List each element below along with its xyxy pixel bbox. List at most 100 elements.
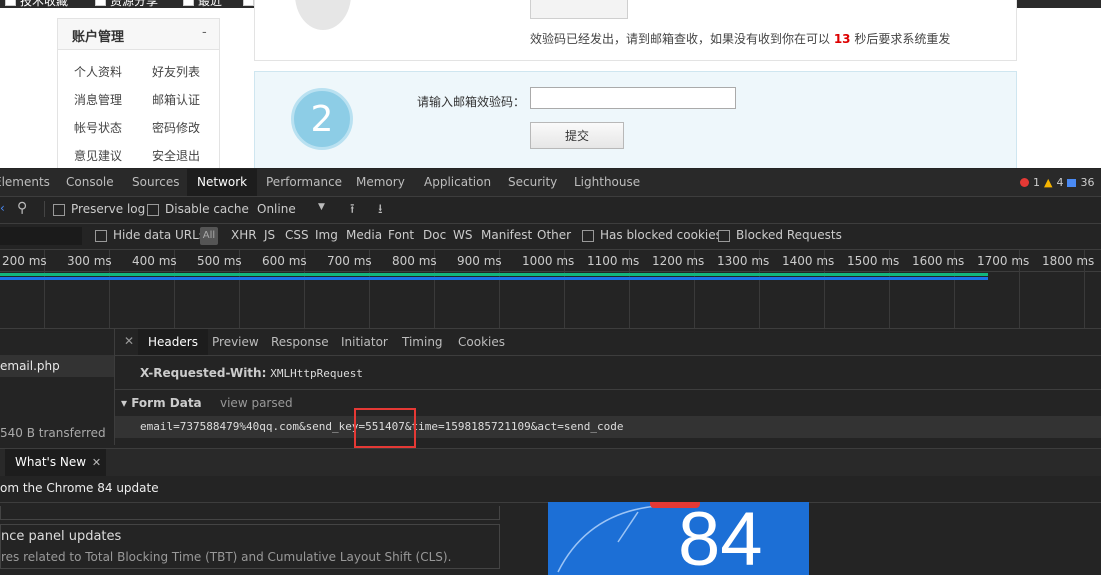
tab-headers[interactable]: Headers xyxy=(138,329,208,355)
tab-whats-new[interactable]: What's New ✕ xyxy=(5,449,107,476)
tab-response[interactable]: Response xyxy=(271,329,329,355)
blocked-cookies-checkbox[interactable] xyxy=(582,230,594,242)
warning-count: 4 xyxy=(1056,176,1064,189)
filter-js[interactable]: JS xyxy=(264,228,275,242)
close-icon[interactable]: ✕ xyxy=(92,449,101,476)
filter-manifest[interactable]: Manifest xyxy=(481,228,532,242)
feature-card[interactable]: nce panel updates res related to Total B… xyxy=(0,524,500,569)
sidebar-link-messages[interactable]: 消息管理 xyxy=(74,91,122,108)
code-sent-message: 效验码已经发出，请到邮箱查收，如果没有收到你在可以 13 秒后要求系统重发 xyxy=(530,32,951,46)
filter-img[interactable]: Img xyxy=(315,228,338,242)
checkbox-icon xyxy=(243,0,254,6)
sidebar-link-friends[interactable]: 好友列表 xyxy=(152,63,200,80)
filter-all-button[interactable]: All xyxy=(200,227,218,245)
sidebar-link-feedback[interactable]: 意见建议 xyxy=(74,147,122,164)
tab-memory[interactable]: Memory xyxy=(356,169,405,196)
tab-lighthouse[interactable]: Lighthouse xyxy=(574,169,640,196)
request-row[interactable]: email.php xyxy=(0,355,114,377)
sidebar-title: 账户管理 xyxy=(72,30,125,45)
sidebar-link-account-status[interactable]: 帐号状态 xyxy=(74,119,122,136)
message-icon xyxy=(1067,178,1077,187)
feature-title: nce panel updates xyxy=(1,529,122,544)
close-icon[interactable]: ✕ xyxy=(124,334,134,348)
feature-card[interactable] xyxy=(0,506,500,520)
tab-elements[interactable]: Elements xyxy=(0,169,50,196)
preserve-log-checkbox[interactable] xyxy=(53,204,65,216)
timeline-tick-label: 1700 ms xyxy=(977,254,1030,268)
nav-item[interactable]: 技术收藏 xyxy=(5,0,68,8)
tab-initiator[interactable]: Initiator xyxy=(341,329,388,355)
tab-application[interactable]: Application xyxy=(424,169,491,196)
triangle-down-icon: ▾ xyxy=(121,396,132,410)
timeline-tick-label: 400 ms xyxy=(132,254,177,268)
timeline-bar-blue xyxy=(0,277,988,280)
disable-cache-checkbox[interactable] xyxy=(147,204,159,216)
filter-font[interactable]: Font xyxy=(388,228,414,242)
timeline-tick-label: 1600 ms xyxy=(912,254,965,268)
nav-item[interactable]: 最近 xyxy=(183,0,222,8)
filter-css[interactable]: CSS xyxy=(285,228,309,242)
checkbox-icon xyxy=(5,0,16,6)
verification-code-input[interactable] xyxy=(530,87,736,109)
timeline-overview[interactable]: 200 ms 300 ms 400 ms 500 ms 600 ms 700 ms 800 … xyxy=(0,250,1101,329)
request-details-panel: ✕ Headers Preview Response Initiator Tim… xyxy=(115,329,1101,445)
sidebar-link-change-password[interactable]: 密码修改 xyxy=(152,119,200,136)
view-parsed-link[interactable]: view parsed xyxy=(220,396,293,410)
request-name: email.php xyxy=(0,359,60,373)
submit-button[interactable]: 提交 xyxy=(530,122,624,149)
form-data-toggle[interactable]: ▾ Form Data xyxy=(121,396,202,410)
record-icon[interactable]: ‹ xyxy=(0,201,5,215)
preserve-log-label: Preserve log xyxy=(71,202,146,216)
sidebar-header: 账户管理 - xyxy=(58,19,219,50)
blocked-requests-label: Blocked Requests xyxy=(736,228,842,242)
filter-ws[interactable]: WS xyxy=(453,228,472,242)
request-list: email.php 540 B transferred xyxy=(0,329,115,445)
sidebar-link-profile[interactable]: 个人资料 xyxy=(74,63,122,80)
timeline-tick-label: 1200 ms xyxy=(652,254,705,268)
blocked-requests-checkbox[interactable] xyxy=(718,230,730,242)
sidebar-link-logout[interactable]: 安全退出 xyxy=(152,147,200,164)
filter-input[interactable] xyxy=(0,227,82,245)
code-input-label: 请输入邮箱效验码： xyxy=(417,95,526,109)
hide-data-urls-label: Hide data URLs xyxy=(113,228,206,242)
sidebar-link-email-verify[interactable]: 邮箱认证 xyxy=(152,91,200,108)
details-tabs: ✕ Headers Preview Response Initiator Tim… xyxy=(115,329,1101,356)
tab-security[interactable]: Security xyxy=(508,169,557,196)
timeline-bar-green xyxy=(0,273,988,276)
tab-cookies[interactable]: Cookies xyxy=(458,329,505,355)
filter-other[interactable]: Other xyxy=(537,228,571,242)
tab-preview[interactable]: Preview xyxy=(212,329,259,355)
web-page: 技术收藏 资源分享 最近 常看 个人 账户管理 - 个人资料 好友列表 消息管理… xyxy=(0,0,1101,168)
nav-item[interactable]: 资源分享 xyxy=(95,0,158,8)
export-har-icon[interactable]: ⭳ xyxy=(378,200,383,222)
tab-performance[interactable]: Performance xyxy=(266,169,342,196)
filter-media[interactable]: Media xyxy=(346,228,382,242)
tab-network[interactable]: Network xyxy=(187,169,258,196)
timeline-tick-label: 200 ms xyxy=(2,254,47,268)
devtools-main-tabs: Elements Console Sources Network Perform… xyxy=(0,169,1101,197)
filter-xhr[interactable]: XHR xyxy=(231,228,257,242)
transferred-size: 540 B transferred xyxy=(0,426,106,440)
hide-data-urls-checkbox[interactable] xyxy=(95,230,107,242)
issue-counters[interactable]: 1 ▲ 4 36 xyxy=(1020,176,1094,189)
update-heading: om the Chrome 84 update xyxy=(0,481,159,495)
tab-timing[interactable]: Timing xyxy=(402,329,443,355)
chrome-84-promo-image: 84 xyxy=(548,502,809,575)
promo-number: 84 xyxy=(678,502,763,575)
step2-panel: 2 请输入邮箱效验码： 提交 xyxy=(254,71,1017,168)
blocked-cookies-label: Has blocked cookies xyxy=(600,228,722,242)
header-key: X-Requested-With: xyxy=(140,366,267,380)
filter-doc[interactable]: Doc xyxy=(423,228,446,242)
import-har-icon[interactable]: ⭱ xyxy=(350,200,355,222)
step-number-badge: 2 xyxy=(291,88,353,150)
send-code-button[interactable] xyxy=(530,0,628,19)
tab-console[interactable]: Console xyxy=(66,169,114,196)
toolbar-divider xyxy=(44,201,45,217)
timeline-tick-label: 900 ms xyxy=(457,254,502,268)
disable-cache-label: Disable cache xyxy=(165,202,249,216)
collapse-button[interactable]: - xyxy=(202,25,207,40)
tab-sources[interactable]: Sources xyxy=(132,169,179,196)
step1-circle xyxy=(295,0,351,30)
search-icon[interactable]: ⚲ xyxy=(17,200,27,216)
throttling-select[interactable]: Online xyxy=(257,202,296,216)
